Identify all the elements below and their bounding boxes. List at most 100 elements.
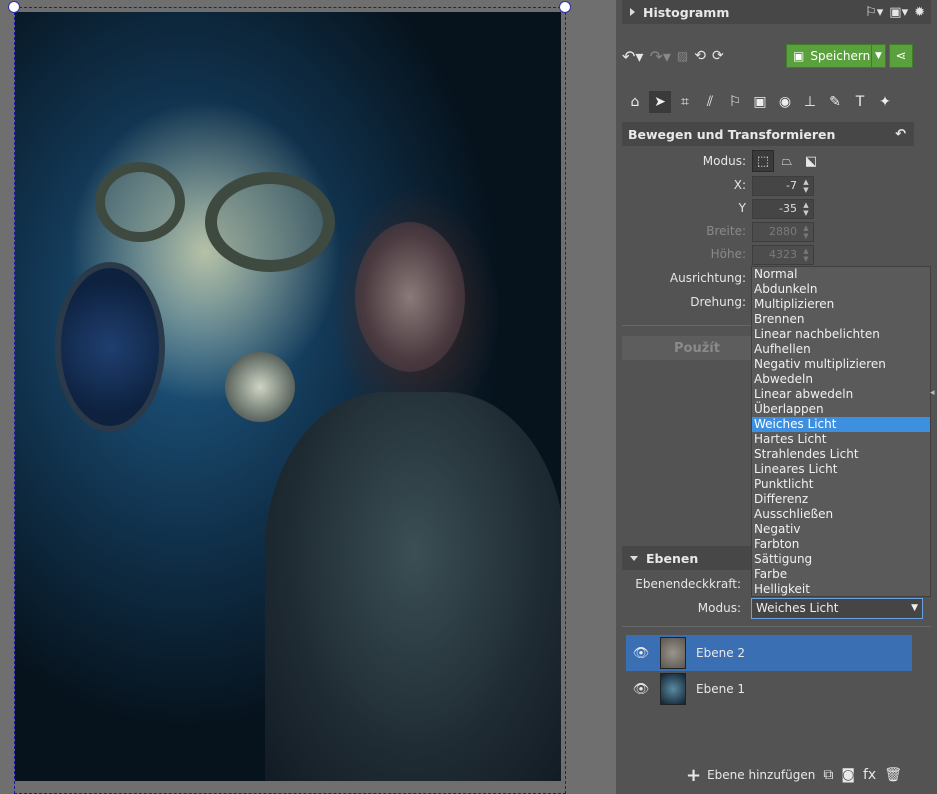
eye-icon[interactable]: 👁	[626, 682, 656, 697]
move-tool-icon[interactable]: ➤	[649, 91, 671, 113]
fx-button[interactable]: fx	[863, 767, 876, 783]
layers-title: Ebenen	[646, 550, 699, 566]
rotate-right-icon[interactable]: ⟳	[712, 48, 724, 64]
x-input[interactable]: -7 ▲ ▼	[752, 176, 814, 196]
blend-mode-option[interactable]: Strahlendes Licht	[752, 447, 930, 462]
blend-mode-option[interactable]: Weiches Licht	[752, 417, 930, 432]
layer-row-ebene-1[interactable]: 👁 Ebene 1	[626, 671, 912, 707]
blend-mode-value: Weiches Licht	[756, 601, 839, 615]
flag-icon[interactable]: ⚐	[724, 91, 746, 113]
rotate-left-icon[interactable]: ⟲	[694, 48, 706, 64]
transform-handle-top-left[interactable]	[8, 1, 20, 13]
blend-mode-option[interactable]: Negativ multiplizieren	[752, 357, 930, 372]
reset-icon[interactable]: ↶	[895, 127, 906, 142]
layer-thumbnail	[660, 637, 686, 669]
blend-mode-option[interactable]: Multiplizieren	[752, 297, 930, 312]
blend-mode-option[interactable]: Differenz	[752, 492, 930, 507]
layer-row-ebene-2[interactable]: 👁 Ebene 2	[626, 635, 912, 671]
mask-icon[interactable]: ◙	[841, 767, 855, 783]
plus-icon[interactable]: +	[686, 765, 701, 786]
add-layer-button[interactable]: Ebene hinzufügen	[707, 768, 815, 782]
home-icon[interactable]: ⌂	[624, 91, 646, 113]
blend-mode-option[interactable]: Brennen	[752, 312, 930, 327]
blend-mode-option[interactable]: Normal	[752, 267, 930, 282]
layer-mode-label: Modus:	[697, 601, 741, 615]
trash-icon[interactable]: 🗑	[884, 767, 902, 783]
blend-mode-option[interactable]: Aufhellen	[752, 342, 930, 357]
eye-icon[interactable]: 👁	[626, 646, 656, 661]
y-label: Y	[738, 201, 746, 215]
blend-mode-option[interactable]: Farbton	[752, 537, 930, 552]
eye-icon[interactable]: ◉	[774, 91, 796, 113]
redo-icon[interactable]: ↷▾	[649, 47, 670, 66]
chevron-down-icon[interactable]: ▼	[871, 45, 885, 67]
selection-frame[interactable]	[14, 7, 566, 794]
breite-label: Breite:	[706, 224, 746, 238]
transform-handle-top-right[interactable]	[559, 1, 571, 13]
blend-mode-option[interactable]: Abwedeln	[752, 372, 930, 387]
crop-icon[interactable]: ⌗	[674, 91, 696, 113]
blend-mode-option[interactable]: Lineares Licht	[752, 462, 930, 477]
modus-label: Modus:	[702, 154, 746, 168]
blend-mode-option[interactable]: Punktlicht	[752, 477, 930, 492]
right-panel: Histogramm ⚐▾ ▣▾ ✹ ↶▾ ↷▾ ▨ ⟲ ⟳ ▣ Speiche…	[616, 0, 937, 794]
brush-icon[interactable]: ✎	[824, 91, 846, 113]
save-button[interactable]: ▣ Speichern ▼	[786, 44, 886, 68]
ausrichtung-label: Ausrichtung:	[669, 271, 746, 285]
share-icon: ⋖	[895, 48, 907, 64]
disk-icon: ▣	[793, 49, 805, 63]
transform-mode-icon[interactable]: ⬚	[752, 150, 774, 172]
frame-icon[interactable]: ▣	[749, 91, 771, 113]
chevron-down-icon[interactable]: ▼	[911, 599, 918, 618]
effects-icon[interactable]: ✦	[874, 91, 896, 113]
text-icon[interactable]: T	[849, 91, 871, 113]
app-window: Histogramm ⚐▾ ▣▾ ✹ ↶▾ ↷▾ ▨ ⟲ ⟳ ▣ Speiche…	[0, 0, 937, 794]
camera-icon[interactable]: ▣▾	[889, 5, 908, 20]
blend-mode-option[interactable]: Überlappen	[752, 402, 930, 417]
transform-title: Bewegen und Transformieren	[628, 126, 836, 142]
canvas-area[interactable]	[0, 0, 616, 794]
hoehe-value: 4323	[769, 248, 797, 261]
save-label: Speichern	[810, 49, 871, 63]
collapse-icon[interactable]	[630, 555, 638, 561]
x-value: -7	[786, 179, 797, 192]
expand-icon[interactable]	[630, 8, 635, 16]
blend-mode-option[interactable]: Negativ	[752, 522, 930, 537]
blend-mode-option[interactable]: Linear abwedeln	[752, 387, 930, 402]
blend-mode-option[interactable]: Ausschließen	[752, 507, 930, 522]
straighten-icon[interactable]: ⫽	[699, 91, 721, 113]
blend-mode-dropdown[interactable]: Normal Abdunkeln Multiplizieren Brennen Line…	[751, 266, 931, 597]
stamp-icon[interactable]: ⊥	[799, 91, 821, 113]
histogram-title: Histogramm	[643, 4, 730, 20]
y-input[interactable]: -35 ▲ ▼	[752, 199, 814, 219]
spin-arrows-icon[interactable]: ▲ ▼	[801, 178, 811, 194]
distort-mode-icon[interactable]: ⬕	[800, 150, 822, 172]
undo-icon[interactable]: ↶▾	[622, 47, 643, 66]
blend-mode-option[interactable]: Sättigung	[752, 552, 930, 567]
perspective-mode-icon[interactable]: ⏢	[776, 150, 798, 172]
histogram-options: ⚐▾ ▣▾ ✹	[865, 0, 925, 24]
opacity-label: Ebenendeckkraft:	[635, 577, 741, 591]
breite-value: 2880	[769, 225, 797, 238]
drehung-label: Drehung:	[690, 295, 746, 309]
blend-mode-option[interactable]: Linear nachbelichten	[752, 327, 930, 342]
layer-thumbnail	[660, 673, 686, 705]
panel-collapse-icon[interactable]: ◂	[930, 388, 937, 404]
spin-arrows-icon[interactable]: ▲ ▼	[801, 201, 811, 217]
histogram-header[interactable]: Histogramm ⚐▾ ▣▾ ✹	[622, 0, 931, 24]
flag-icon[interactable]: ⚐▾	[865, 5, 883, 20]
image-icon[interactable]: ▨	[677, 49, 688, 63]
x-label: X:	[733, 178, 746, 192]
blend-mode-option[interactable]: Helligkeit	[752, 582, 930, 597]
apply-button[interactable]: Použít	[622, 336, 772, 360]
y-value: -35	[779, 202, 797, 215]
blend-mode-option[interactable]: Farbe	[752, 567, 930, 582]
blend-mode-option[interactable]: Abdunkeln	[752, 282, 930, 297]
blend-mode-option[interactable]: Hartes Licht	[752, 432, 930, 447]
share-button[interactable]: ⋖	[889, 44, 913, 68]
sun-icon[interactable]: ✹	[914, 5, 925, 20]
hoehe-input: 4323 ▲ ▼	[752, 245, 814, 265]
duplicate-layer-icon[interactable]: ⧉	[823, 767, 833, 783]
blend-mode-select[interactable]: Weiches Licht ▼	[751, 598, 923, 619]
spin-arrows-icon: ▲ ▼	[803, 247, 809, 263]
